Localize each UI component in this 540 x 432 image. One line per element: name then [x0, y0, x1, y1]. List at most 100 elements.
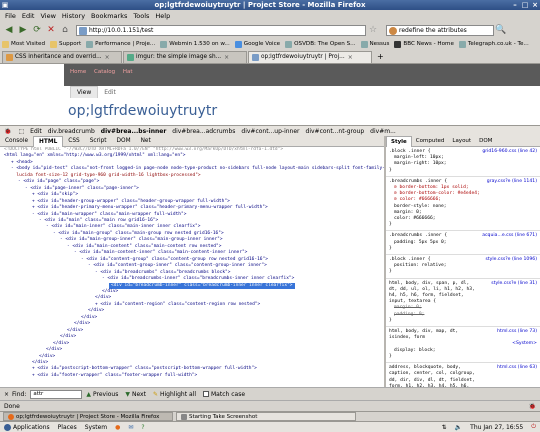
menu-history[interactable]: History [62, 12, 85, 20]
css-rule-source-link[interactable]: grid16-960.css (line 42) [482, 149, 537, 155]
bookmark-item[interactable]: Most Visited [2, 40, 45, 48]
css-rule-source-link[interactable]: style.css?e (line 1096) [485, 257, 537, 263]
bookmark-item[interactable]: Support [50, 40, 81, 48]
back-icon[interactable]: ◀ [2, 24, 16, 36]
page-icon [285, 40, 293, 48]
css-rule-source-link[interactable]: acquia...e.css (line 671) [482, 233, 537, 239]
reload-icon[interactable]: ⟳ [30, 24, 44, 36]
window-menu-icon[interactable]: ▣ [0, 1, 10, 9]
url-bar[interactable]: http://10.0.1.151/test [76, 24, 366, 36]
css-rule-source-link[interactable]: style.css?e (line 31) [491, 281, 537, 287]
search-go-icon[interactable]: 🔍 [494, 24, 508, 36]
nav-link-catalog[interactable]: Catalog [94, 69, 115, 75]
network-icon[interactable]: ⇅ [442, 424, 447, 431]
task-firefox[interactable]: op;lgtfrdewoiuytruytr | Project Store - … [3, 412, 173, 421]
places-menu[interactable]: Places [58, 424, 77, 431]
applications-menu[interactable]: Applications [4, 423, 50, 431]
tab-view[interactable]: View [70, 86, 99, 98]
system-menu[interactable]: System [85, 424, 107, 431]
tab-layout[interactable]: Layout [448, 136, 475, 147]
html-node-line[interactable]: - <body id="pid-test" class="not-front l… [0, 166, 384, 172]
tab-edit[interactable]: Edit [98, 86, 122, 98]
firebug-status-icon[interactable]: 🐞 [529, 403, 536, 410]
match-case-checkbox[interactable]: Match case [203, 391, 245, 398]
mail-launcher-icon[interactable]: ✉ [128, 424, 133, 431]
html-node-selected[interactable]: <div id="breadcrumb-inner" class="breadc… [109, 282, 295, 289]
tab-side-dom[interactable]: DOM [475, 136, 496, 147]
google-icon [234, 40, 242, 48]
tab-computed[interactable]: Computed [412, 136, 449, 147]
bookmark-item[interactable]: OSVDB: The Open S... [285, 40, 356, 48]
bookmark-item[interactable]: Nessus [360, 40, 389, 48]
tab-close-icon[interactable]: × [348, 54, 353, 61]
tab-script[interactable]: Script [85, 136, 112, 147]
help-launcher-icon[interactable]: ? [141, 424, 144, 431]
breadcrumb-item[interactable]: div#cont...up-inner [238, 126, 302, 136]
nav-link-home[interactable]: Home [70, 69, 86, 75]
css-rule-source-link[interactable]: gray.css?e (line 1141) [487, 179, 537, 185]
bookmark-item[interactable]: Google Voice [234, 40, 280, 48]
tab-console[interactable]: Console [0, 136, 33, 147]
tab-net[interactable]: Net [136, 136, 156, 147]
tab-style[interactable]: Style [386, 135, 412, 147]
maximize-icon[interactable]: □ [520, 1, 530, 9]
nav-link-hat[interactable]: Hat [123, 69, 133, 75]
forward-icon[interactable]: ▶ [16, 24, 30, 36]
css-rule-close: } [389, 317, 392, 323]
breadcrumb-item[interactable]: div#brea...bs-inner [98, 126, 169, 136]
breadcrumb-item[interactable]: div#cont...nt-group [303, 126, 368, 136]
html-tree-panel[interactable]: <!DOCTYPE html PUBLIC "-//W3C//DTD XHTML… [0, 147, 384, 387]
menu-label: Applications [13, 423, 50, 431]
match-case-label: Match case [211, 390, 246, 398]
breadcrumb-item[interactable]: div#m... [367, 126, 399, 136]
tab-css-inheritance[interactable]: CSS inheritance and overrid... × [2, 50, 122, 63]
firefox-launcher-icon[interactable]: ● [115, 424, 120, 431]
home-icon[interactable]: ⌂ [58, 24, 72, 36]
status-text: Done [4, 402, 20, 410]
tab-css[interactable]: CSS [63, 136, 84, 147]
inspect-icon[interactable]: ⬚ [18, 128, 24, 135]
clock[interactable]: Thu Jan 27, 16:55 [470, 424, 523, 431]
find-close-icon[interactable]: × [4, 391, 9, 398]
task-screenshot[interactable]: Starting Take Screenshot [176, 412, 356, 421]
menu-help[interactable]: Help [155, 12, 170, 20]
bookmark-item[interactable]: Performance | Proje... [86, 40, 155, 48]
minimize-icon[interactable]: – [510, 1, 520, 9]
tab-imgur[interactable]: imgur: the simple image sh... × [123, 50, 247, 63]
css-rule-source-link[interactable]: html.css (line 63) [497, 365, 537, 371]
menu-view[interactable]: View [40, 12, 55, 20]
highlight-all-label: Highlight all [159, 390, 196, 398]
bookmark-item[interactable]: BBC News - Home [394, 40, 454, 48]
tab-html[interactable]: HTML [33, 135, 64, 147]
breadcrumb-item[interactable]: div#brea...adcrumbs [169, 126, 238, 136]
find-previous-button[interactable]: ▲ Previous [86, 391, 118, 398]
menu-edit[interactable]: Edit [22, 12, 35, 20]
firebug-bug-icon[interactable]: 🐞 [4, 128, 11, 135]
edit-button[interactable]: Edit [27, 126, 45, 136]
find-input[interactable]: attr [30, 389, 83, 399]
breadcrumb-item[interactable]: div.breadcrumb [45, 126, 98, 136]
menu-bookmarks[interactable]: Bookmarks [91, 12, 127, 20]
tab-strip: CSS inheritance and overrid... × imgur: t… [0, 50, 540, 63]
find-next-button[interactable]: ▼ Next [125, 391, 146, 398]
css-rule-source-link[interactable]: html.css (line 73) [497, 329, 537, 335]
tab-close-icon[interactable]: × [224, 54, 229, 61]
style-rules-panel[interactable]: grid16-960.css (line 42) .block .inner {m… [386, 147, 540, 387]
css-rule: html.css (line 73) html, body, div, map, … [386, 327, 540, 364]
html-node-line[interactable]: + <div id="footer-wrapper" class="footer… [0, 373, 384, 379]
stop-icon[interactable]: ✕ [44, 24, 58, 36]
highlight-all-button[interactable]: ✎ Highlight all [153, 391, 196, 398]
volume-icon[interactable]: 🔈 [455, 424, 462, 431]
tab-dom[interactable]: DOM [112, 136, 136, 147]
new-tab-icon[interactable]: + [377, 52, 384, 61]
bookmark-item[interactable]: Telegraph.co.uk - Te... [458, 40, 529, 48]
menu-tools[interactable]: Tools [133, 12, 149, 20]
bookmark-star-icon[interactable]: ☆ [366, 24, 380, 36]
search-bar[interactable]: redefine the attributes [386, 24, 494, 36]
tab-project-store[interactable]: op;lgtfrdewoiuytruytr | Proj... × [248, 50, 372, 63]
bookmark-item[interactable]: Webmin 1.530 on w... [160, 40, 230, 48]
power-icon[interactable]: ⏻ [531, 423, 536, 431]
close-icon[interactable]: × [530, 1, 540, 9]
tab-close-icon[interactable]: × [105, 54, 110, 61]
menu-file[interactable]: File [5, 12, 16, 20]
